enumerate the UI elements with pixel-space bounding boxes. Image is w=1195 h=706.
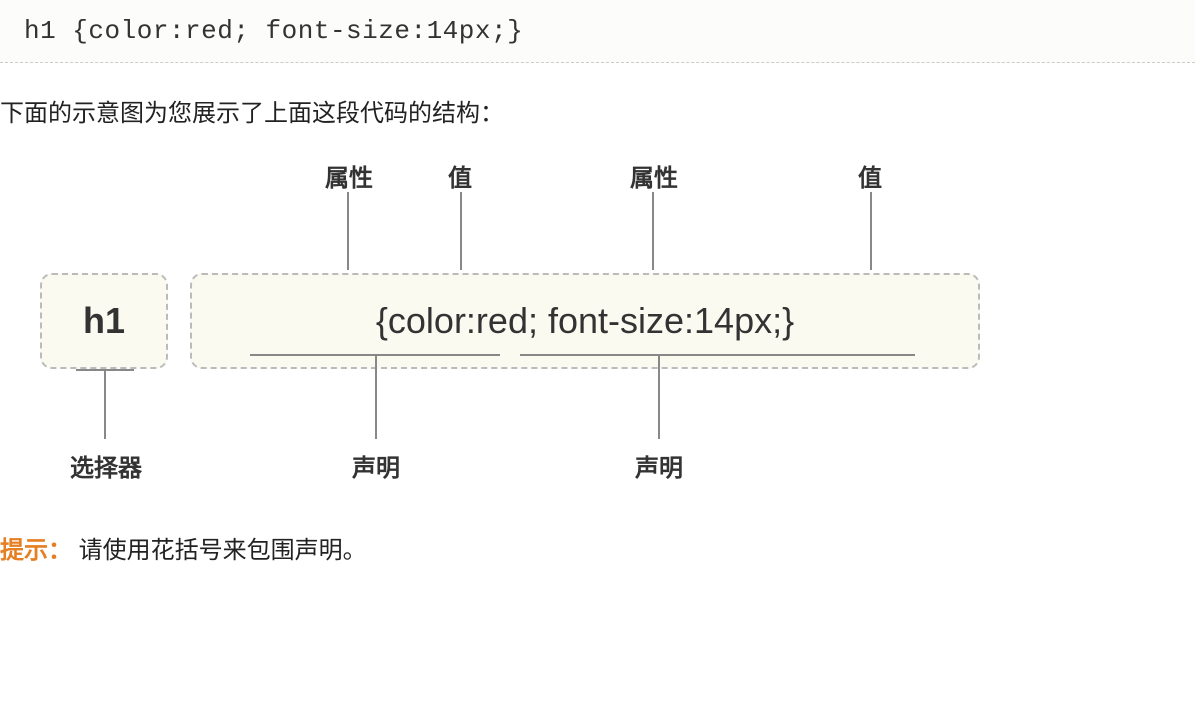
label-declaration-1: 声明: [352, 448, 400, 483]
connector-line: [76, 369, 134, 371]
diagram: 属性 值 属性 值 h1 {color:red; font-size:14px;…: [40, 158, 1010, 518]
tip: 提示： 请使用花括号来包围声明。: [0, 530, 1195, 565]
code-block: h1 {color:red; font-size:14px;}: [0, 0, 1195, 63]
connector-line: [347, 192, 349, 270]
selector-text: h1: [83, 300, 125, 342]
connector-line: [652, 192, 654, 270]
connector-line: [375, 354, 377, 439]
connector-line: [658, 354, 660, 439]
connector-line: [870, 192, 872, 270]
label-value-2: 值: [858, 158, 882, 193]
connector-line: [104, 369, 106, 439]
description-text: 下面的示意图为您展示了上面这段代码的结构：: [0, 63, 1195, 158]
selector-box: h1: [40, 273, 168, 369]
label-selector: 选择器: [70, 448, 142, 483]
declaration-text: {color:red; font-size:14px;}: [376, 300, 794, 342]
tip-text: 请使用花括号来包围声明。: [79, 537, 367, 564]
connector-line: [460, 192, 462, 270]
underline-decl-2: [520, 354, 915, 356]
label-value-1: 值: [448, 158, 472, 193]
tip-label: 提示：: [0, 537, 72, 564]
label-property-2: 属性: [630, 158, 678, 193]
label-property-1: 属性: [325, 158, 373, 193]
label-declaration-2: 声明: [635, 448, 683, 483]
